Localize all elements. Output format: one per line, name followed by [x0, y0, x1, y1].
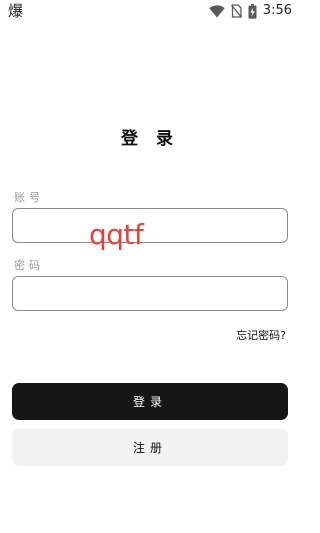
battery-charging-icon	[248, 3, 257, 19]
login-screen: 爆 3:56 登 录 账号 qqtf 密码 忘记密码? 登录 注册	[0, 0, 300, 533]
status-bar: 爆 3:56	[0, 0, 300, 22]
account-input[interactable]	[12, 208, 288, 243]
login-button[interactable]: 登录	[12, 383, 288, 420]
wifi-icon	[209, 4, 225, 18]
account-label: 账号	[14, 191, 44, 204]
password-label: 密码	[14, 259, 44, 272]
forgot-password-link[interactable]: 忘记密码?	[236, 327, 286, 343]
notification-app-icon: 爆	[8, 2, 24, 20]
password-input[interactable]	[12, 276, 288, 311]
clock-time: 3:56	[262, 3, 292, 18]
register-button[interactable]: 注册	[12, 429, 288, 466]
page-title: 登 录	[121, 129, 179, 149]
overlay-handwriting-text: qqtf	[89, 218, 144, 251]
status-icons: 3:56	[209, 3, 292, 19]
no-sim-icon	[230, 4, 242, 18]
